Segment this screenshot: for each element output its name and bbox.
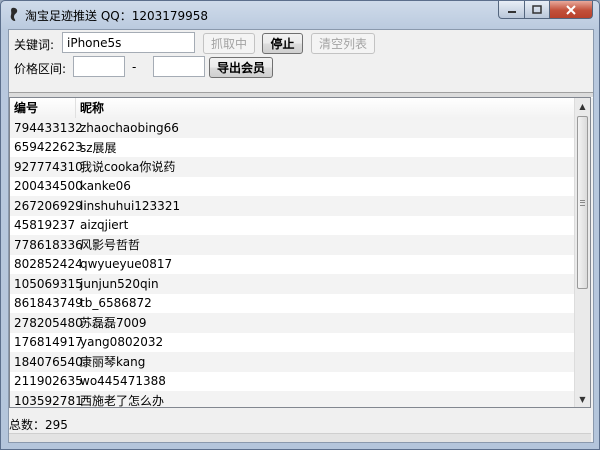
cell-nickname: sz展展	[80, 140, 117, 155]
scroll-down-button[interactable]: ▼	[575, 391, 590, 407]
cell-nickname: yang0802032	[80, 335, 164, 350]
minimize-icon	[507, 10, 516, 13]
cell-nickname: 风影号哲哲	[80, 238, 141, 253]
stop-button[interactable]: 停止	[262, 33, 303, 54]
cell-nickname: aizqjiert	[80, 218, 129, 233]
cell-id: 176814917	[14, 335, 83, 350]
export-members-button[interactable]: 导出会员	[209, 57, 273, 78]
table-row[interactable]: 267206929 linshuhui123321	[10, 196, 577, 216]
list-header: 编号 昵称	[10, 98, 577, 119]
minimize-button[interactable]	[498, 1, 525, 19]
clear-list-button[interactable]: 清空列表	[311, 33, 375, 54]
cell-id: 211902635	[14, 374, 83, 389]
cell-id: 267206929	[14, 198, 83, 213]
maximize-icon	[532, 4, 542, 14]
cell-nickname: zhaochaobing66	[80, 120, 179, 135]
cell-id: 778618336	[14, 237, 83, 252]
member-list[interactable]: 编号 昵称 794433132 zhaochaobing66 659422623 sz…	[9, 97, 591, 408]
table-row[interactable]: 200434500 kanke06	[10, 177, 577, 197]
arrow-up-icon: ▲	[579, 101, 586, 111]
price-min-input[interactable]	[73, 56, 125, 77]
total-count: 总数：295	[9, 418, 68, 432]
cell-nickname: qwyueyue0817	[80, 257, 173, 272]
table-row[interactable]: 105069315 junjun520qin	[10, 274, 577, 294]
cell-nickname: 西施老了怎么办	[80, 394, 165, 408]
scroll-up-button[interactable]: ▲	[575, 98, 590, 114]
cell-nickname: 苏磊磊7009	[80, 316, 147, 331]
status-area: 总数：295	[9, 413, 591, 433]
list-rows: 794433132 zhaochaobing66 659422623 sz展展 9277…	[10, 118, 577, 408]
column-header-id[interactable]: 编号	[10, 98, 76, 118]
cell-nickname: junjun520qin	[80, 276, 159, 291]
table-row[interactable]: 778618336 风影号哲哲	[10, 235, 577, 255]
client-area: 关键词: iPhone5s 抓取中 停止 清空列表 价格区间: - 导出会员 编…	[8, 29, 594, 443]
cell-nickname: kanke06	[80, 179, 131, 194]
table-row[interactable]: 103592781 西施老了怎么办	[10, 391, 577, 408]
grip-icon	[580, 199, 585, 206]
cell-id: 103592781	[14, 393, 83, 408]
keyword-label: 关键词:	[14, 38, 55, 52]
table-row[interactable]: 927774310 我说cooka你说药	[10, 157, 577, 177]
cell-nickname: wo445471388	[80, 374, 166, 389]
arrow-down-icon: ▼	[579, 394, 586, 404]
app-icon	[10, 7, 18, 22]
cell-id: 278205480	[14, 315, 83, 330]
close-icon	[566, 4, 576, 15]
status-bar	[9, 433, 591, 442]
table-row[interactable]: 794433132 zhaochaobing66	[10, 118, 577, 138]
keyword-input[interactable]: iPhone5s	[62, 32, 195, 53]
cell-nickname: tb_6586872	[80, 296, 152, 311]
cell-id: 927774310	[14, 159, 83, 174]
cell-nickname: 康丽琴kang	[80, 355, 146, 370]
cell-nickname: linshuhui123321	[80, 198, 181, 213]
column-header-nickname[interactable]: 昵称	[76, 98, 577, 118]
price-range-label: 价格区间:	[14, 62, 67, 76]
maximize-button[interactable]	[525, 1, 550, 19]
cell-id: 105069315	[14, 276, 83, 291]
table-row[interactable]: 659422623 sz展展	[10, 138, 577, 158]
table-row[interactable]: 176814917 yang0802032	[10, 333, 577, 353]
cell-id: 184076540	[14, 354, 83, 369]
window-controls	[498, 1, 593, 19]
table-row[interactable]: 184076540 康丽琴kang	[10, 352, 577, 372]
app-window: 淘宝足迹推送 QQ：1203179958 关键词: iPhone5s 抓取中 停…	[0, 0, 600, 450]
vertical-scrollbar[interactable]: ▲ ▼	[574, 98, 590, 407]
scroll-thumb[interactable]	[577, 116, 588, 289]
cell-id: 802852424	[14, 257, 83, 272]
table-row[interactable]: 45819237 aizqjiert	[10, 216, 577, 236]
title-bar[interactable]: 淘宝足迹推送 QQ：1203179958	[1, 1, 599, 29]
cell-id: 45819237	[14, 218, 76, 233]
price-range-dash: -	[132, 60, 137, 74]
fetching-button[interactable]: 抓取中	[203, 33, 255, 54]
cell-id: 659422623	[14, 140, 83, 155]
table-row[interactable]: 802852424 qwyueyue0817	[10, 255, 577, 275]
close-button[interactable]	[550, 1, 593, 19]
table-row[interactable]: 211902635 wo445471388	[10, 372, 577, 392]
cell-id: 794433132	[14, 120, 83, 135]
cell-id: 861843749	[14, 296, 83, 311]
cell-nickname: 我说cooka你说药	[80, 160, 176, 175]
cell-id: 200434500	[14, 179, 83, 194]
table-row[interactable]: 278205480 苏磊磊7009	[10, 313, 577, 333]
table-row[interactable]: 861843749 tb_6586872	[10, 294, 577, 314]
window-title: 淘宝足迹推送 QQ：1203179958	[25, 9, 209, 23]
price-max-input[interactable]	[153, 56, 205, 77]
